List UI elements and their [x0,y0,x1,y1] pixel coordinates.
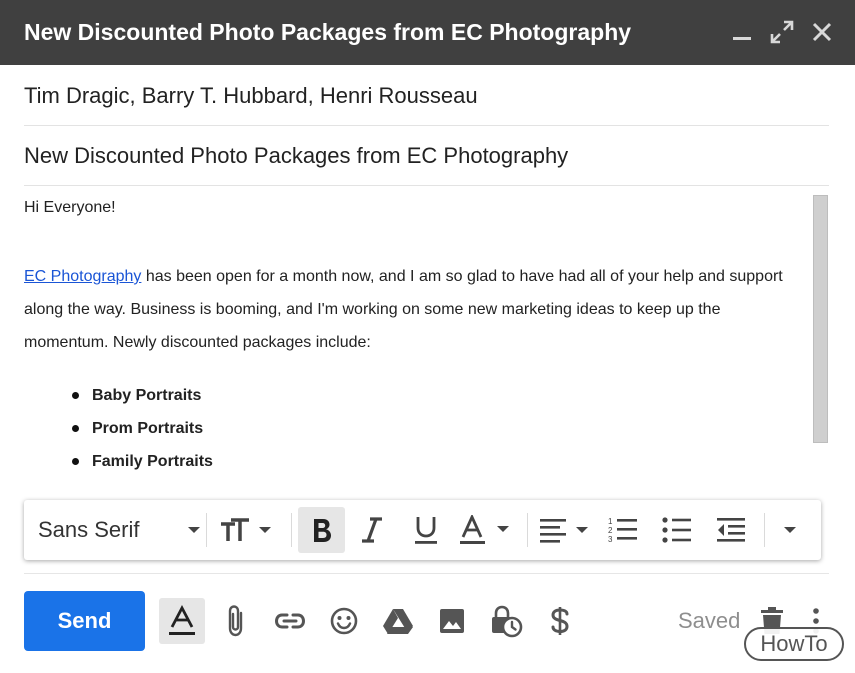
align-button[interactable] [534,507,596,553]
ec-photography-link[interactable]: EC Photography [24,268,141,285]
numbered-list-icon: 1 2 3 [608,517,637,544]
howto-watermark: HowTo [744,627,844,661]
list-item: Family Portraits [72,445,804,478]
recipients-field[interactable]: Tim Dragic, Barry T. Hubbard, Henri Rous… [24,66,829,126]
body-scrollbar[interactable] [813,195,828,443]
attach-icon [228,605,243,637]
svg-text:2: 2 [608,526,613,535]
bulleted-list-button[interactable] [650,507,704,553]
drive-button[interactable] [375,598,421,644]
underline-icon [415,517,437,544]
minimize-button[interactable] [726,16,758,48]
font-select[interactable]: Sans Serif [24,500,200,560]
bulleted-list-icon [662,517,691,543]
insert-photo-button[interactable] [429,598,475,644]
message-paragraph: EC Photography has been open for a month… [24,260,804,359]
confidential-mode-button[interactable] [483,598,529,644]
confidential-mode-icon [492,605,523,638]
window-title: New Discounted Photo Packages from EC Ph… [24,19,632,45]
underline-button[interactable] [399,507,453,553]
chevron-down-icon [188,527,200,533]
send-money-button[interactable] [537,598,583,644]
toolbar-divider [291,513,292,547]
saved-status: Saved [678,608,741,633]
list-item: Baby Portraits [72,379,804,412]
greeting-line: Hi Everyone! [24,199,116,216]
italic-button[interactable] [345,507,399,553]
subject-text: New Discounted Photo Packages from EC Ph… [24,142,569,168]
formatting-options-icon [169,605,195,635]
indent-less-button[interactable] [704,507,758,553]
photo-icon [440,609,464,633]
numbered-list-button[interactable]: 1 2 3 [596,507,650,553]
formatting-toolbar: Sans Serif 1 2 3 [24,500,821,560]
package-list: Baby Portraits Prom Portraits Family Por… [24,379,804,478]
link-icon [274,613,306,629]
bold-icon [313,519,331,542]
footer-divider [24,573,829,574]
svg-text:1: 1 [608,517,613,526]
text-color-icon [460,515,509,544]
text-size-icon [221,518,271,541]
bold-button[interactable] [298,507,345,553]
minimize-icon [733,37,751,40]
text-color-button[interactable] [453,507,521,553]
recipients-text: Tim Dragic, Barry T. Hubbard, Henri Rous… [24,82,478,108]
emoji-icon [330,607,358,635]
toolbar-divider [764,513,765,547]
text-size-button[interactable] [213,507,285,553]
expand-button[interactable] [766,16,798,48]
align-icon [540,519,588,543]
more-options-icon [784,527,796,533]
subject-field[interactable]: New Discounted Photo Packages from EC Ph… [24,126,829,186]
more-formatting-button[interactable] [771,507,809,553]
italic-icon [362,517,382,543]
indent-less-icon [717,518,745,542]
close-icon [812,22,832,42]
svg-text:3: 3 [608,535,613,544]
money-icon [551,607,569,635]
list-item: Prom Portraits [72,412,804,445]
emoji-button[interactable] [321,598,367,644]
font-name: Sans Serif [38,517,140,542]
send-button[interactable]: Send [24,591,145,651]
expand-icon [770,20,794,44]
attach-button[interactable] [213,598,259,644]
toolbar-divider [206,513,207,547]
message-body[interactable]: Hi Everyone! EC Photography has been ope… [24,195,804,480]
drive-icon [383,609,413,634]
link-button[interactable] [267,598,313,644]
formatting-options-button[interactable] [159,598,205,644]
close-button[interactable] [806,16,838,48]
toolbar-divider [527,513,528,547]
